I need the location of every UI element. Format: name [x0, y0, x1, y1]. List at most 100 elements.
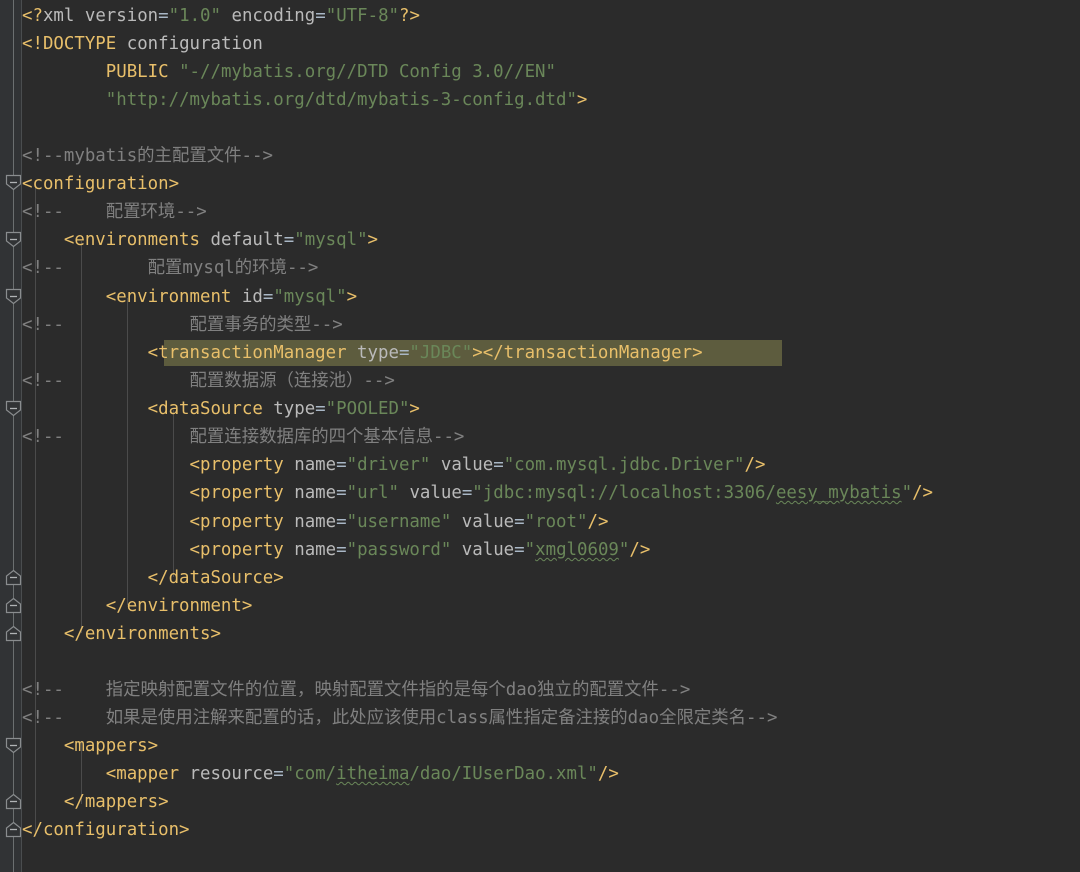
token-attr: resource — [189, 764, 274, 784]
code-line-9[interactable]: <environments default="mysql"> — [22, 226, 378, 254]
code-line-1[interactable]: <?xml version="1.0" encoding="UTF-8"?> — [22, 2, 420, 30]
token-punct: = — [514, 512, 525, 532]
token-tag: /> — [587, 512, 609, 532]
token-tag: > — [409, 399, 420, 419]
token-str: "UTF-8" — [325, 6, 400, 26]
token-str: "password" — [346, 540, 452, 560]
token-attr: value — [440, 455, 494, 475]
token-tag: </environments> — [22, 624, 221, 644]
token-tag: <mappers> — [22, 736, 159, 756]
code-line-14[interactable]: <!-- 配置数据源（连接池）--> — [22, 367, 395, 395]
code-line-26[interactable]: <!-- 如果是使用注解来配置的话，此处应该使用class属性指定备注接的dao… — [22, 704, 777, 732]
token-tag: <property — [22, 455, 295, 475]
token-tag: </configuration> — [22, 820, 190, 840]
code-line-22[interactable]: </environment> — [22, 592, 253, 620]
token-tag: <dataSource — [22, 399, 274, 419]
token-cmt: <!--mybatis的主配置文件--> — [22, 146, 273, 166]
fold-configuration-close-icon[interactable] — [5, 821, 22, 838]
token-tag: <property — [22, 483, 295, 503]
token-attr: name — [294, 455, 337, 475]
token-str: "url" — [346, 483, 399, 503]
token-tag: </mappers> — [22, 792, 169, 812]
fold-datasource-close-icon[interactable] — [5, 569, 22, 586]
fold-datasource-open-icon[interactable] — [5, 400, 22, 417]
token-str: "http://mybatis.org/dtd/mybatis-3-config… — [105, 90, 577, 110]
code-line-4[interactable]: "http://mybatis.org/dtd/mybatis-3-config… — [22, 86, 588, 114]
code-line-17[interactable]: <property name="driver" value="com.mysql… — [22, 451, 766, 479]
fold-mappers-close-icon[interactable] — [5, 793, 22, 810]
code-line-8[interactable]: <!-- 配置环境--> — [22, 198, 207, 226]
token-attr: version — [84, 6, 159, 26]
fold-environments-close-icon[interactable] — [5, 625, 22, 642]
code-line-19[interactable]: <property name="username" value="root"/> — [22, 508, 609, 536]
token-str: "root" — [524, 512, 588, 532]
code-line-16[interactable]: <!-- 配置连接数据库的四个基本信息--> — [22, 423, 464, 451]
token-tag: <transactionManager — [22, 343, 358, 363]
code-line-5[interactable] — [22, 114, 32, 142]
code-line-21[interactable]: </dataSource> — [22, 564, 284, 592]
token-str: "mysql" — [294, 230, 368, 250]
code-line-30[interactable]: </configuration> — [22, 816, 190, 844]
token-str: "com.mysql.jdbc.Driver" — [503, 455, 745, 475]
token-tag: /> — [629, 540, 651, 560]
code-surface[interactable]: <?xml version="1.0" encoding="UTF-8"?> <!… — [22, 0, 1080, 872]
token-tag: /> — [744, 455, 766, 475]
code-line-24[interactable] — [22, 648, 32, 676]
token-cmt: <!-- 配置连接数据库的四个基本信息--> — [22, 427, 465, 447]
token-attr: value — [461, 512, 515, 532]
token-str: "1.0" — [168, 6, 221, 26]
code-line-20[interactable]: <property name="password" value="xmgl060… — [22, 536, 651, 564]
code-line-7[interactable]: <configuration> — [22, 170, 179, 198]
token-tag: </dataSource> — [22, 568, 284, 588]
token-tag: /> — [597, 764, 619, 784]
token-str: "-//mybatis.org//DTD Config 3.0//EN" — [179, 62, 556, 82]
token-str: "mysql" — [273, 287, 347, 307]
token-tag: <property — [22, 540, 295, 560]
code-line-25[interactable]: <!-- 指定映射配置文件的位置，映射配置文件指的是每个dao独立的配置文件--… — [22, 676, 690, 704]
code-line-2[interactable]: <!DOCTYPE configuration — [22, 30, 263, 58]
token-tag: <mapper — [22, 764, 190, 784]
editor-gutter[interactable] — [0, 0, 22, 872]
token-attr: default — [210, 230, 284, 250]
token-punct: = — [514, 540, 525, 560]
fold-environments-open-icon[interactable] — [5, 231, 22, 248]
token-proc: <? — [22, 6, 43, 26]
code-line-10[interactable]: <!-- 配置mysql的环境--> — [22, 254, 318, 282]
token-plain: xml — [42, 6, 75, 26]
code-line-29[interactable]: </mappers> — [22, 788, 169, 816]
token-cmt: <!-- 配置事务的类型--> — [22, 315, 343, 335]
code-line-13[interactable]: <transactionManager type="JDBC"></transa… — [22, 339, 703, 367]
code-editor[interactable]: <?xml version="1.0" encoding="UTF-8"?> <!… — [0, 0, 1080, 872]
token-str: "jdbc:mysql://localhost:3306/ — [472, 483, 776, 503]
token-attr: value — [409, 483, 462, 503]
code-line-11[interactable]: <environment id="mysql"> — [22, 283, 357, 311]
token-tag: > — [346, 287, 358, 307]
code-line-15[interactable]: <dataSource type="POOLED"> — [22, 395, 420, 423]
token-cmt: <!-- 配置mysql的环境--> — [22, 258, 319, 278]
fold-environment-open-icon[interactable] — [5, 288, 22, 305]
token-str: itheima — [336, 764, 410, 784]
fold-environment-close-icon[interactable] — [5, 597, 22, 614]
token-str: "POOLED" — [325, 399, 410, 419]
code-line-3[interactable]: PUBLIC "-//mybatis.org//DTD Config 3.0//… — [22, 58, 556, 86]
token-attr: name — [294, 540, 337, 560]
token-str: eesy_mybatis — [775, 483, 902, 503]
code-line-28[interactable]: <mapper resource="com/itheima/dao/IUserD… — [22, 760, 619, 788]
token-punct: = — [398, 343, 410, 363]
code-line-6[interactable]: <!--mybatis的主配置文件--> — [22, 142, 273, 170]
code-line-27[interactable]: <mappers> — [22, 732, 158, 760]
token-punct: = — [493, 455, 504, 475]
fold-configuration-open-icon[interactable] — [5, 174, 22, 191]
token-str: "com/ — [283, 764, 337, 784]
token-cmt: <!-- 指定映射配置文件的位置，映射配置文件指的是每个dao独立的配置文件--… — [22, 680, 691, 700]
code-line-18[interactable]: <property name="url" value="jdbc:mysql:/… — [22, 479, 934, 507]
code-line-23[interactable]: </environments> — [22, 620, 221, 648]
code-line-12[interactable]: <!-- 配置事务的类型--> — [22, 311, 343, 339]
token-attr: encoding — [231, 6, 316, 26]
fold-mappers-open-icon[interactable] — [5, 737, 22, 754]
token-tag: ></transactionManager> — [472, 343, 703, 363]
